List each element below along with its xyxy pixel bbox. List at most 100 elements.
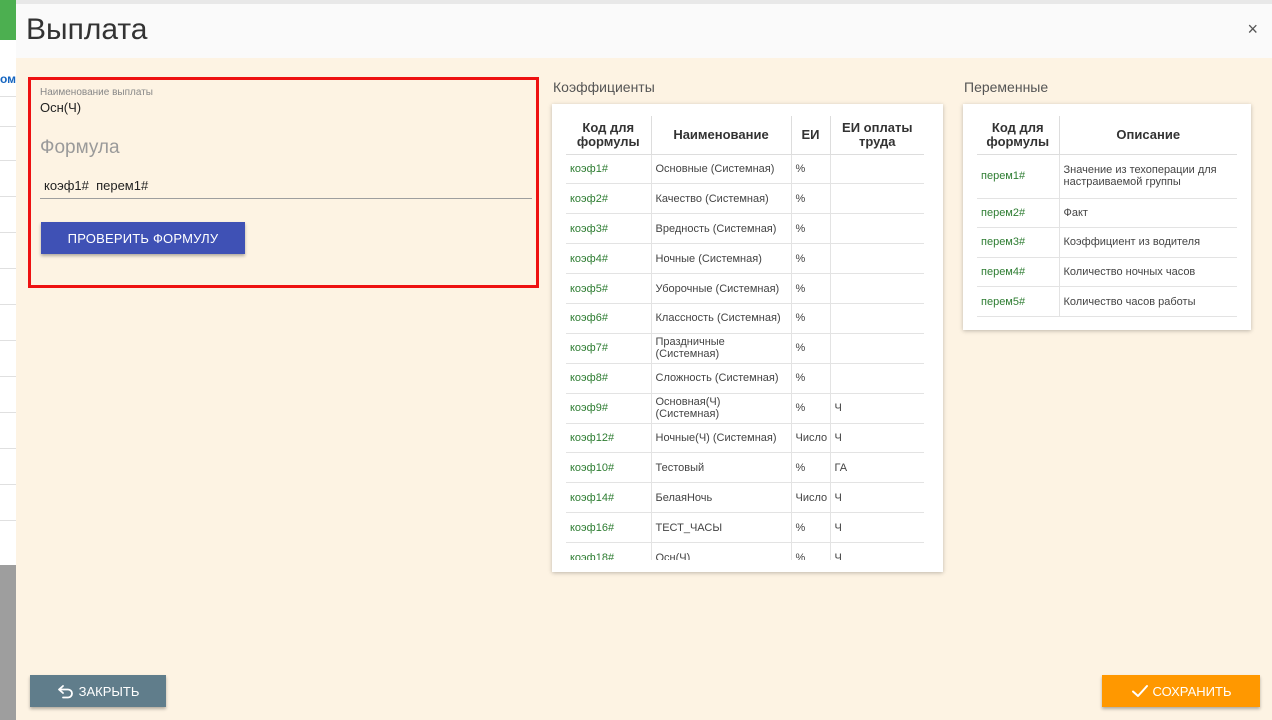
coef-name: Основная(Ч) (Системная)	[651, 393, 792, 424]
background-green-header	[0, 0, 16, 40]
table-row[interactable]: коэф9# Основная(Ч) (Системная)% Ч	[566, 393, 924, 424]
coef-pay-unit: Ч	[830, 482, 924, 514]
coef-unit: %	[791, 542, 831, 560]
background-divider	[0, 520, 16, 521]
coef-name: Качество (Системная)	[651, 183, 792, 215]
background-divider	[0, 96, 16, 97]
var-code: перем3#	[977, 227, 1060, 258]
coefficients-scroll-area[interactable]: Код для формулы Наименование ЕИ ЕИ оплат…	[566, 116, 924, 560]
coef-code: коэф9#	[566, 393, 652, 424]
coef-unit: %	[791, 213, 831, 245]
coef-pay-unit	[830, 213, 924, 245]
var-code: перем4#	[977, 257, 1060, 288]
coef-unit: Число	[791, 482, 831, 514]
table-row[interactable]: коэф6# Классность (Системная)%	[566, 303, 924, 334]
check-formula-button[interactable]: ПРОВЕРИТЬ ФОРМУЛУ	[41, 222, 245, 254]
save-button-label: СОХРАНИТЬ	[1152, 683, 1232, 699]
table-row[interactable]: коэф1# Основные (Системная)%	[566, 154, 924, 185]
coef-code: коэф18#	[566, 542, 652, 560]
payment-name-value[interactable]: Осн(Ч)	[40, 100, 81, 115]
table-row[interactable]: коэф12# Ночные(Ч) (Системная) Число Ч	[566, 423, 924, 454]
formula-form: Наименование выплаты Осн(Ч) Формула ПРОВ…	[28, 77, 539, 288]
coef-pay-unit: Ч	[830, 393, 924, 424]
undo-arrow-icon	[57, 685, 73, 699]
close-button[interactable]: ЗАКРЫТЬ	[30, 675, 166, 707]
background-divider	[0, 376, 16, 377]
coef-code: коэф14#	[566, 482, 652, 514]
dialog-header: Выплата ×	[16, 4, 1272, 58]
coef-name: Уборочные (Системная)	[651, 273, 792, 304]
table-row[interactable]: перем3# Коэффициент из водителя	[977, 227, 1237, 258]
table-row[interactable]: коэф16# ТЕСТ_ЧАСЫ% Ч	[566, 512, 924, 544]
table-row[interactable]: коэф18# Осн(Ч)% Ч	[566, 542, 924, 560]
var-code: перем1#	[977, 154, 1060, 199]
save-button[interactable]: СОХРАНИТЬ	[1102, 675, 1260, 707]
coefficients-table: Код для формулы Наименование ЕИ ЕИ оплат…	[566, 116, 924, 560]
var-code: перем5#	[977, 286, 1060, 317]
dialog-title: Выплата	[26, 13, 148, 46]
background-overlay	[0, 565, 16, 720]
formula-input[interactable]	[40, 173, 532, 199]
table-row[interactable]: коэф7# Праздничные (Системная)%	[566, 333, 924, 364]
table-row[interactable]: перем1# Значение из техоперации для настр…	[977, 154, 1237, 199]
coef-pay-unit: ГА	[830, 452, 924, 484]
background-divider	[0, 126, 16, 127]
coef-pay-unit	[830, 273, 924, 304]
background-divider	[0, 268, 16, 269]
background-divider	[0, 412, 16, 413]
var-description: Факт	[1059, 198, 1237, 229]
coef-name: Вредность (Системная)	[651, 213, 792, 245]
coef-unit: %	[791, 393, 831, 424]
close-icon[interactable]: ×	[1247, 20, 1258, 38]
table-row[interactable]: коэф8# Сложность (Системная)%	[566, 363, 924, 394]
coef-pay-unit	[830, 303, 924, 334]
variables-card: Код для формулы Описание перем1# Значение…	[963, 104, 1251, 330]
coef-unit: %	[791, 303, 831, 334]
column-header-description: Описание	[1059, 116, 1237, 155]
coef-unit: %	[791, 363, 831, 394]
close-button-label: ЗАКРЫТЬ	[78, 683, 140, 699]
column-header-code: Код для формулы	[566, 116, 652, 155]
variables-header-row: Код для формулы Описание	[977, 116, 1237, 155]
coef-name: Ночные(Ч) (Системная)	[651, 423, 792, 454]
coef-unit: %	[791, 452, 831, 484]
background-divider	[0, 484, 16, 485]
coef-name: Сложность (Системная)	[651, 363, 792, 394]
table-row[interactable]: перем5# Количество часов работы	[977, 286, 1237, 317]
coef-pay-unit: Ч	[830, 423, 924, 454]
coefficients-header-row: Код для формулы Наименование ЕИ ЕИ оплат…	[566, 116, 924, 155]
coef-unit: %	[791, 273, 831, 304]
coef-unit: %	[791, 512, 831, 544]
coef-unit: %	[791, 243, 831, 275]
coef-code: коэф2#	[566, 183, 652, 215]
coef-code: коэф1#	[566, 154, 652, 185]
background-divider	[0, 340, 16, 341]
coef-code: коэф4#	[566, 243, 652, 275]
table-row[interactable]: коэф3# Вредность (Системная)%	[566, 213, 924, 245]
table-row[interactable]: коэф5# Уборочные (Системная)%	[566, 273, 924, 304]
table-row[interactable]: перем2# Факт	[977, 198, 1237, 229]
coefficients-card: Код для формулы Наименование ЕИ ЕИ оплат…	[552, 104, 943, 572]
table-row[interactable]: перем4# Количество ночных часов	[977, 257, 1237, 288]
coef-name: Праздничные (Системная)	[651, 333, 792, 364]
background-divider	[0, 160, 16, 161]
variables-table: Код для формулы Описание перем1# Значение…	[977, 116, 1237, 317]
coef-code: коэф8#	[566, 363, 652, 394]
payment-name-label: Наименование выплаты	[40, 87, 153, 98]
coef-name: БелаяНочь	[651, 482, 792, 514]
coef-pay-unit: Ч	[830, 542, 924, 560]
coef-unit: Число	[791, 423, 831, 454]
table-row[interactable]: коэф4# Ночные (Системная)%	[566, 243, 924, 275]
table-row[interactable]: коэф10# Тестовый% ГА	[566, 452, 924, 484]
var-description: Количество часов работы	[1059, 286, 1237, 317]
table-row[interactable]: коэф14# БелаяНочь Число Ч	[566, 482, 924, 514]
table-row[interactable]: коэф2# Качество (Системная)%	[566, 183, 924, 215]
coef-code: коэф6#	[566, 303, 652, 334]
coef-name: Классность (Системная)	[651, 303, 792, 334]
coef-name: Ночные (Системная)	[651, 243, 792, 275]
coef-name: Основные (Системная)	[651, 154, 792, 185]
coef-pay-unit	[830, 183, 924, 215]
background-partial-text: ом	[0, 72, 17, 86]
coef-unit: %	[791, 154, 831, 185]
var-description: Значение из техоперации для настраиваемо…	[1059, 154, 1237, 199]
